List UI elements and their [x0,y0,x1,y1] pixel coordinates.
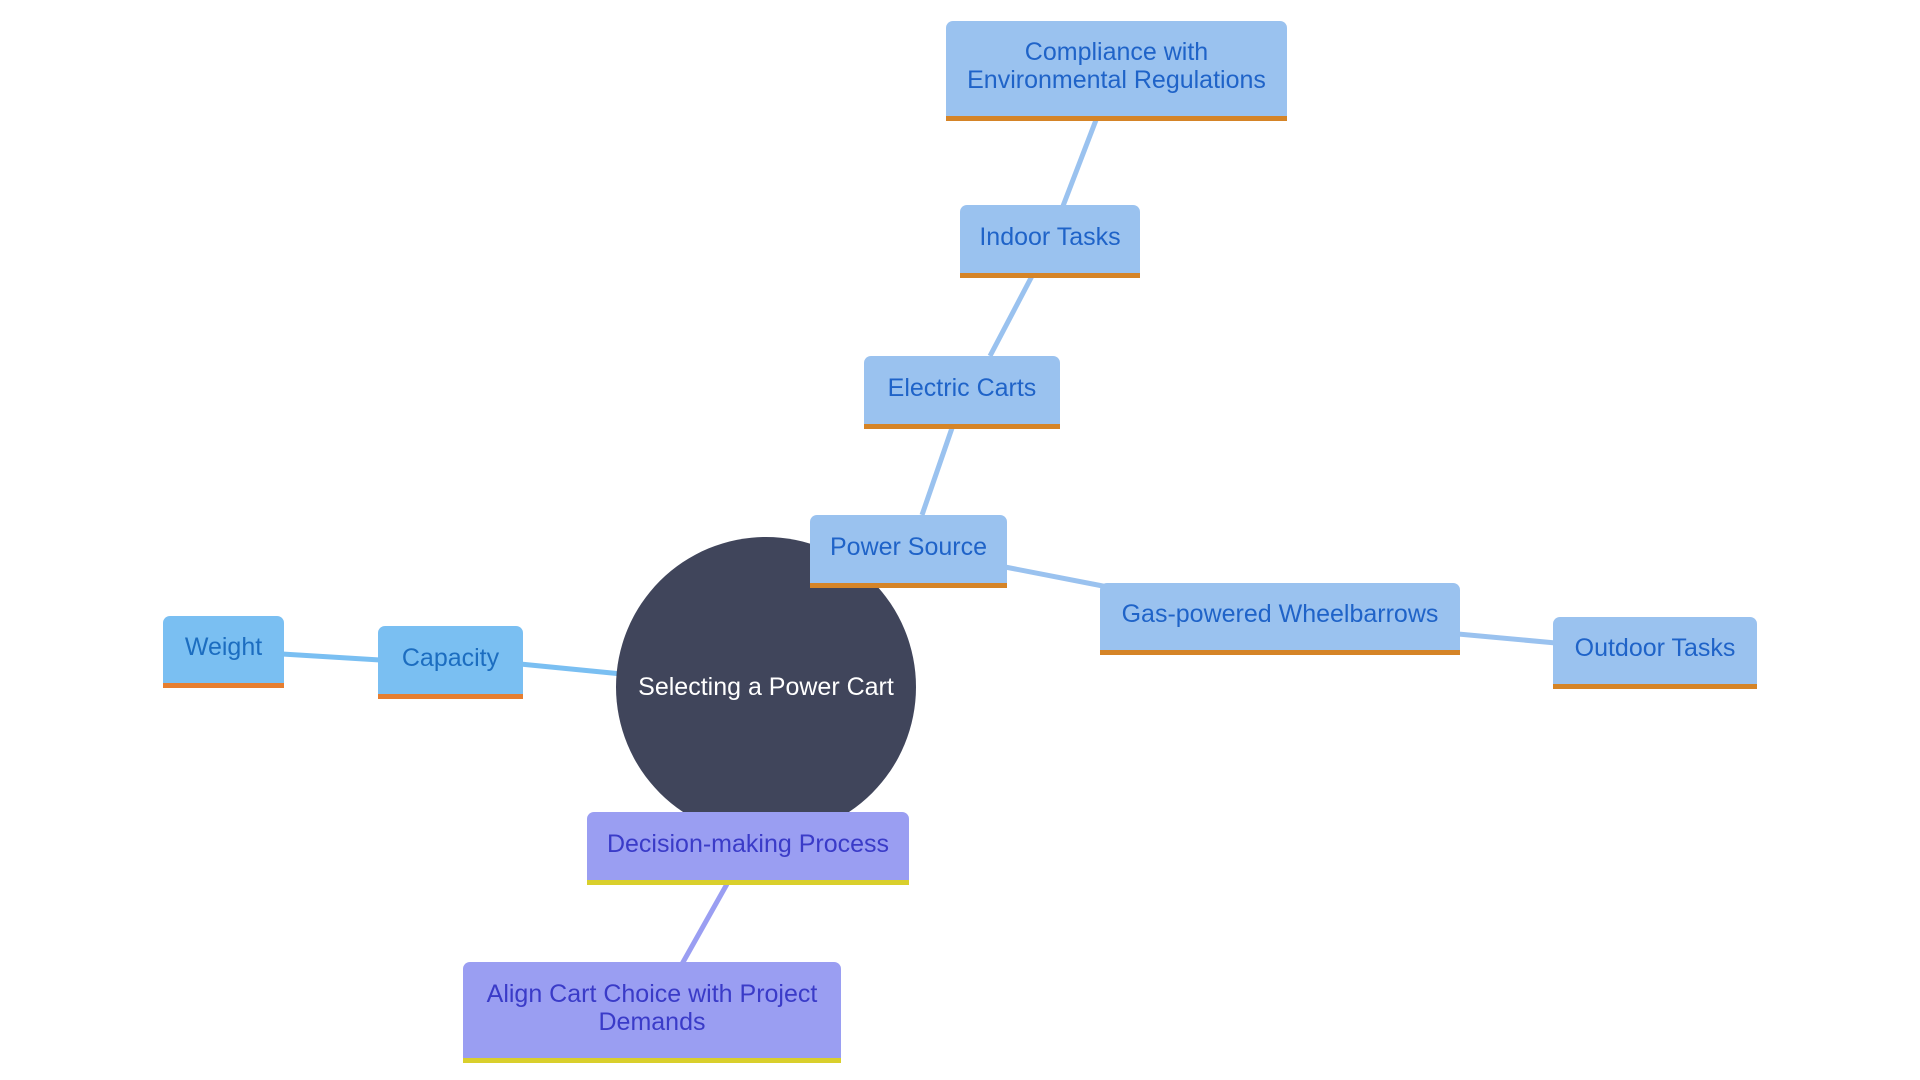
node-capacity[interactable]: Capacity [378,626,523,699]
node-label: Gas-powered Wheelbarrows [1121,600,1439,628]
node-indoor-tasks[interactable]: Indoor Tasks [960,205,1140,278]
node-outdoor-tasks[interactable]: Outdoor Tasks [1553,617,1757,689]
node-label: Outdoor Tasks [1574,634,1736,662]
node-label: Weight [184,633,263,661]
edge-electric-indoor [987,274,1035,358]
node-power-source[interactable]: Power Source [810,515,1007,588]
node-label: Decision-making Process [606,829,890,858]
root-label: Selecting a Power Cart [638,672,894,701]
node-label: Compliance with Environmental Regulation… [967,38,1266,94]
node-label: Capacity [401,643,500,672]
node-gas-wheelbarrows[interactable]: Gas-powered Wheelbarrows [1100,583,1460,655]
node-weight[interactable]: Weight [163,616,284,688]
node-electric-carts[interactable]: Electric Carts [864,356,1060,429]
node-align-choice[interactable]: Align Cart Choice with Project Demands [463,962,841,1063]
node-label: Align Cart Choice with Project Demands [486,979,818,1036]
node-label: Electric Carts [887,373,1037,402]
node-decision-process[interactable]: Decision-making Process [587,812,909,885]
node-compliance[interactable]: Compliance with Environmental Regulation… [946,21,1287,121]
edge-power-gas [1004,564,1109,590]
edge-power-electric [919,427,955,516]
node-label: Power Source [829,532,988,561]
edge-root-capacity [519,661,623,677]
edge-capacity-weight [281,651,381,663]
edge-decision-align [679,882,730,966]
edge-gas-outdoor [1457,631,1557,646]
node-label: Indoor Tasks [979,222,1121,251]
edge-power-source-compliance [1060,119,1099,207]
